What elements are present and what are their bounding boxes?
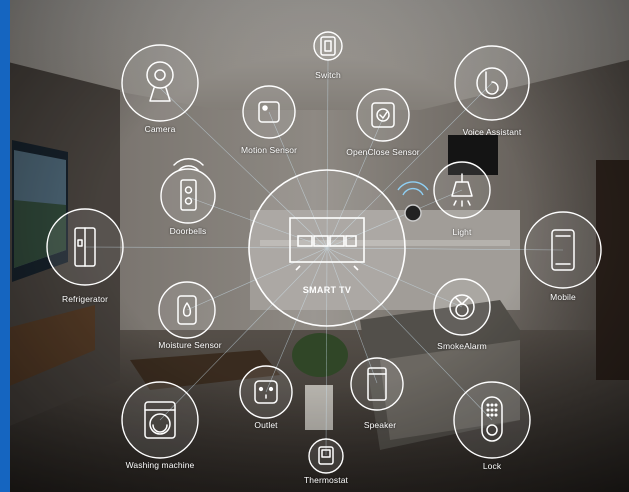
smoke-alarm-node[interactable] — [433, 278, 491, 336]
speaker-label: Speaker — [363, 420, 397, 430]
outlet-node[interactable] — [239, 365, 293, 419]
thermostat-label: Thermostat — [304, 475, 348, 485]
accent-bar — [0, 0, 10, 492]
openclose-sensor-label: OpenClose Sensor — [346, 147, 420, 157]
speaker-node[interactable] — [350, 357, 404, 411]
camera-node[interactable] — [121, 44, 199, 122]
washing-machine-node[interactable] — [121, 381, 199, 459]
refrigerator-label: Refrigerator — [61, 294, 109, 304]
moisture-sensor-node[interactable] — [158, 281, 216, 339]
lock-label: Lock — [482, 461, 502, 471]
lock-node[interactable] — [453, 381, 531, 459]
moisture-sensor-label: Moisture Sensor — [158, 340, 222, 350]
motion-sensor-node[interactable] — [242, 85, 296, 139]
hub-label: SMART TV — [302, 285, 352, 295]
doorbells-node[interactable] — [160, 168, 216, 224]
smoke-alarm-label: SmokeAlarm — [437, 341, 487, 351]
light-label: Light — [452, 227, 472, 237]
switch-label: Switch — [315, 70, 341, 80]
light-node[interactable] — [433, 161, 491, 219]
outlet-label: Outlet — [254, 420, 278, 430]
voice-assistant-node[interactable] — [454, 45, 530, 121]
voice-assistant-label: Voice Assistant — [462, 127, 522, 137]
openclose-sensor-node[interactable] — [356, 88, 410, 142]
mobile-node[interactable] — [524, 211, 602, 289]
smart-home-diagram: SMART TV Switch Camera Motion Sensor Ope… — [0, 0, 629, 492]
mobile-label: Mobile — [550, 292, 576, 302]
smart-tv-hub[interactable] — [248, 169, 406, 327]
washing-machine-label: Washing machine — [125, 460, 195, 470]
doorbells-label: Doorbells — [169, 226, 207, 236]
thermostat-node[interactable] — [308, 438, 344, 474]
switch-node[interactable] — [313, 31, 343, 61]
motion-sensor-label: Motion Sensor — [240, 145, 298, 155]
camera-label: Camera — [144, 124, 176, 134]
